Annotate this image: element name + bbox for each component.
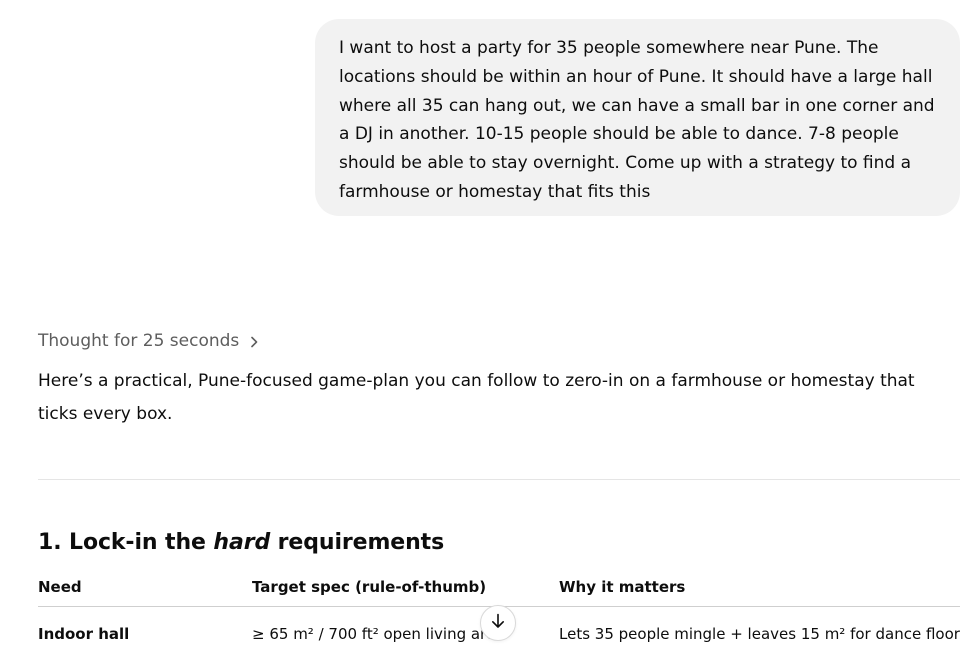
arrow-down-icon [489, 612, 507, 634]
cell-need: Indoor hall [38, 624, 130, 643]
assistant-intro: Here’s a practical, Pune-focused game-pl… [38, 371, 915, 424]
heading-prefix: 1. Lock-in the [38, 530, 214, 555]
chat-page: I want to host a party for 35 people som… [0, 0, 970, 653]
column-header-why: Why it matters [559, 576, 960, 607]
column-header-need: Need [38, 576, 252, 607]
table-header-row: Need Target spec (rule-of-thumb) Why it … [38, 576, 960, 607]
column-header-spec: Target spec (rule-of-thumb) [252, 576, 559, 607]
user-message-bubble: I want to host a party for 35 people som… [315, 19, 960, 216]
scroll-to-bottom-button[interactable] [480, 605, 516, 641]
heading-emphasis: hard [213, 530, 271, 555]
section-heading: 1. Lock-in the hard requirements [38, 530, 444, 555]
chevron-right-icon [247, 334, 261, 348]
user-message-text: I want to host a party for 35 people som… [339, 38, 935, 202]
heading-suffix: requirements [270, 530, 445, 555]
section-divider [38, 479, 960, 480]
thought-toggle[interactable]: Thought for 25 seconds [38, 328, 261, 354]
cell-why: Lets 35 people mingle + leaves 15 m² for… [559, 624, 960, 643]
thought-label: Thought for 25 seconds [38, 331, 240, 351]
